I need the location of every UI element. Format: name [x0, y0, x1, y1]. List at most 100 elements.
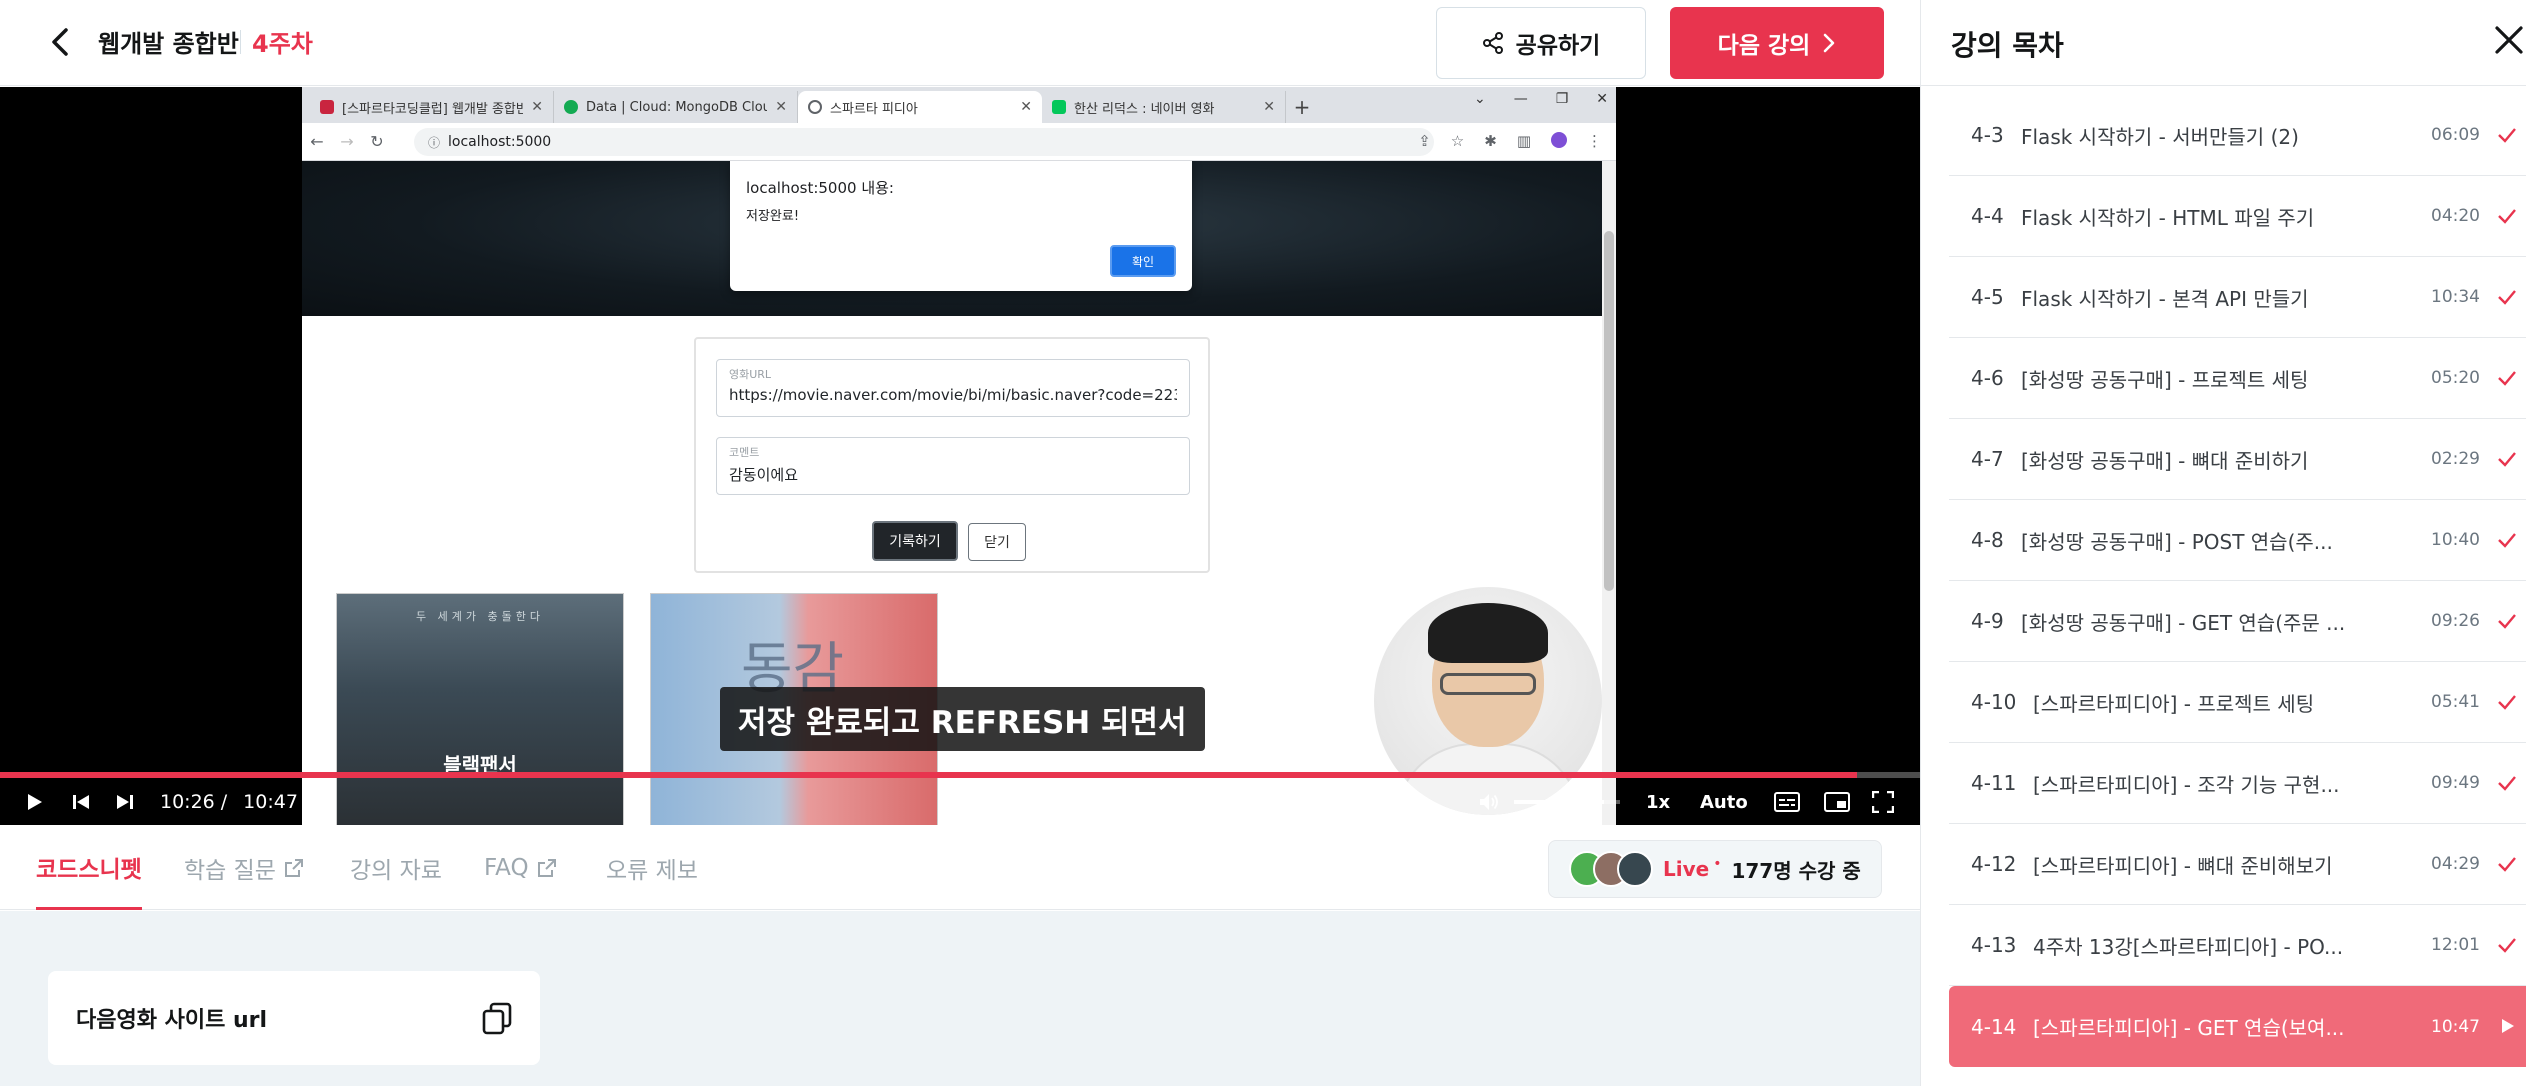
lecture-number: 4-12 — [1971, 852, 2017, 876]
browser-tab-strip: [스파르타코딩클럽] 웹개발 종합반 ✕ Data | Cloud: Mongo… — [302, 87, 1616, 123]
lecture-number: 4-7 — [1971, 447, 2004, 471]
check-icon — [2498, 776, 2516, 791]
lecture-duration: 10:34 — [2431, 287, 2480, 307]
tab-label: 스파르타 피디아 — [830, 101, 918, 117]
play-icon — [2502, 1019, 2514, 1033]
lecture-toc-sidebar: 강의 목차 4-3 Flask 시작하기 - 서버만들기 (2) 06:09 4-4 F… — [1920, 0, 2526, 1086]
captions-icon — [1774, 792, 1800, 812]
chevron-left-icon — [52, 28, 68, 56]
video-progress-bar[interactable] — [0, 772, 1920, 778]
time-separator: / — [220, 791, 228, 813]
volume-icon — [1480, 794, 1498, 810]
check-icon — [2498, 452, 2516, 467]
lecture-item[interactable]: 4-12 [스파르타피디아] - 뼈대 준비해보기 04:29 — [1949, 824, 2526, 905]
comment-value: 감동이에요 — [729, 466, 799, 484]
lecture-item[interactable]: 4-6 [화성땅 공동구매] - 프로젝트 세팅 05:20 — [1949, 338, 2526, 419]
lecture-number: 4-14 — [1971, 1014, 2017, 1039]
tab-close-icon: ✕ — [1020, 99, 1032, 115]
tab-label: 학습 질문 — [184, 858, 276, 884]
video-controls: 10:26 / 10:47 1x Auto — [0, 779, 1920, 825]
captions-button[interactable] — [1770, 779, 1804, 825]
browser-menu-icon: ⋮ — [1587, 132, 1602, 150]
lecture-item[interactable]: 4-4 Flask 시작하기 - HTML 파일 주기 04:20 — [1949, 176, 2526, 257]
copy-button[interactable] — [480, 1001, 514, 1035]
chevron-right-icon — [1824, 33, 1835, 53]
previous-button[interactable] — [66, 779, 96, 825]
tab-label: 코드스니펫 — [36, 856, 142, 883]
lecture-number: 4-9 — [1971, 609, 2004, 633]
next-lecture-button[interactable]: 다음 강의 — [1670, 7, 1884, 79]
lecture-number: 4-13 — [1971, 933, 2017, 957]
lecture-title: [화성땅 공동구매] - 뼈대 준비하기 — [2021, 448, 2309, 473]
fullscreen-icon — [1872, 791, 1894, 813]
tab-questions[interactable]: 학습 질문 — [184, 826, 304, 910]
browser-toolbar: ← → ↻ ⓘ localhost:5000 ⇪ ☆ ✱ ▥ ⋮ — [302, 123, 1616, 161]
tab-close-icon: ✕ — [531, 99, 543, 115]
movie-url-field: 영화URL https://movie.naver.com/movie/bi/m… — [716, 359, 1190, 417]
skip-next-icon — [117, 795, 133, 809]
back-button[interactable] — [40, 22, 80, 62]
sidebar-close-button[interactable] — [2491, 22, 2526, 62]
lecture-number: 4-10 — [1971, 690, 2017, 714]
comment-label: 코멘트 — [729, 446, 760, 459]
fullscreen-button[interactable] — [1866, 779, 1900, 825]
lecture-duration: 10:47 — [2431, 1016, 2480, 1037]
lecture-item[interactable]: 4-5 Flask 시작하기 - 본격 API 만들기 10:34 — [1949, 257, 2526, 338]
code-snippet-card: 다음영화 사이트 url — [48, 971, 540, 1065]
lecture-item[interactable]: 4-10 [스파르타피디아] - 프로젝트 세팅 05:41 — [1949, 662, 2526, 743]
playback-speed-button[interactable]: 1x — [1646, 779, 1670, 825]
tab-favicon-icon — [1052, 100, 1066, 114]
video-player[interactable]: [스파르타코딩클럽] 웹개발 종합반 ✕ Data | Cloud: Mongo… — [0, 87, 1920, 825]
lecture-duration: 04:29 — [2431, 854, 2480, 874]
skip-previous-icon — [73, 795, 89, 809]
volume-slider[interactable] — [1514, 800, 1620, 804]
new-tab-icon: + — [1293, 95, 1311, 119]
share-icon — [1482, 32, 1503, 54]
lesson-tab-bar: 코드스니펫 학습 질문 강의 자료 FAQ 오류 제보 Live • 177명 … — [0, 826, 1920, 910]
check-icon — [2498, 614, 2516, 629]
sidepanel-icon: ▥ — [1516, 132, 1531, 150]
check-icon — [2498, 938, 2516, 953]
lecture-item[interactable]: 4-3 Flask 시작하기 - 서버만들기 (2) 06:09 — [1949, 95, 2526, 176]
play-icon — [28, 794, 42, 810]
picture-in-picture-button[interactable] — [1820, 779, 1854, 825]
viewer-avatars — [1569, 851, 1653, 887]
tab-code-snippet[interactable]: 코드스니펫 — [36, 826, 142, 910]
window-close-icon: ✕ — [1596, 91, 1608, 107]
share-button[interactable]: 공유하기 — [1436, 7, 1646, 79]
bookmark-star-icon: ☆ — [1450, 132, 1465, 150]
mute-button[interactable] — [1474, 779, 1504, 825]
lecture-item[interactable]: 4-8 [화성땅 공동구매] - POST 연습(주... 10:40 — [1949, 500, 2526, 581]
lecture-title: [화성땅 공동구매] - 프로젝트 세팅 — [2021, 367, 2309, 392]
lecture-item[interactable]: 4-11 [스파르타피디아] - 조각 기능 구현... 09:49 — [1949, 743, 2526, 824]
quality-button[interactable]: Auto — [1700, 779, 1748, 825]
lecture-item[interactable]: 4-13 4주차 13강[스파르타피디아] - PO... 12:01 — [1949, 905, 2526, 986]
movie-post-form: 영화URL https://movie.naver.com/movie/bi/m… — [694, 337, 1210, 573]
lecture-title: [스파르타피디아] - 조각 기능 구현... — [2033, 772, 2340, 797]
lecture-item-current[interactable]: 4-14 [스파르타피디아] - GET 연습(보여... 10:47 — [1949, 986, 2526, 1067]
lecture-title: Flask 시작하기 - 본격 API 만들기 — [2021, 286, 2309, 311]
tab-faq[interactable]: FAQ — [484, 826, 557, 910]
reload-icon: ↻ — [370, 132, 384, 151]
lecture-item[interactable]: 4-9 [화성땅 공동구매] - GET 연습(주문 ... 09:26 — [1949, 581, 2526, 662]
next-button[interactable] — [110, 779, 140, 825]
lecture-number: 4-11 — [1971, 771, 2017, 795]
extensions-icon: ✱ — [1484, 132, 1497, 150]
top-header: 웹개발 종합반 4주차 공유하기 다음 강의 — [0, 0, 1920, 86]
live-viewers-badge: Live • 177명 수강 중 — [1548, 840, 1882, 898]
live-label: Live — [1663, 857, 1710, 881]
tab-error-report[interactable]: 오류 제보 — [606, 826, 698, 910]
lecture-duration: 09:26 — [2431, 611, 2480, 631]
play-button[interactable] — [20, 779, 50, 825]
lecture-item[interactable]: 4-7 [화성땅 공동구매] - 뼈대 준비하기 02:29 — [1949, 419, 2526, 500]
snippet-title: 다음영화 사이트 url — [76, 1008, 268, 1033]
poster-tagline: 두 세계가 충돌한다 — [416, 610, 544, 623]
tab-close-icon: ✕ — [1263, 99, 1275, 115]
tab-materials[interactable]: 강의 자료 — [350, 826, 442, 910]
browser-tab: Data | Cloud: MongoDB Cloud ✕ — [554, 91, 798, 123]
lecture-title: Flask 시작하기 - HTML 파일 주기 — [2021, 205, 2315, 230]
copy-icon — [482, 1002, 512, 1035]
record-button: 기록하기 — [872, 521, 958, 561]
window-controls: ⌄ — ❐ ✕ — [1474, 91, 1608, 107]
share-page-icon: ⇪ — [1418, 132, 1431, 150]
